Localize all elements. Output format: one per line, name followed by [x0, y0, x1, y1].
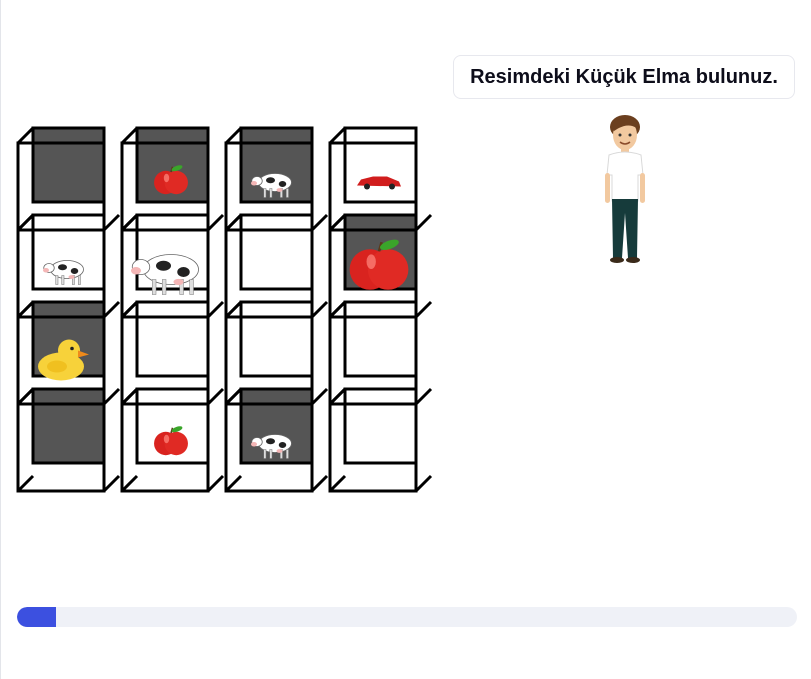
cube-grid	[16, 126, 433, 493]
progress-bar	[17, 607, 797, 627]
grid-cell-4-4[interactable]	[328, 387, 433, 493]
progress-fill	[17, 607, 56, 627]
instruction-box: Resimdeki Küçük Elma bulunuz.	[453, 55, 795, 99]
grid-cell-4-3[interactable]	[224, 387, 329, 493]
instruction-text: Resimdeki Küçük Elma bulunuz.	[470, 65, 778, 88]
grid-cell-4-1[interactable]	[16, 387, 121, 493]
avatar-icon	[605, 115, 645, 263]
grid-cell-4-2[interactable]	[120, 387, 225, 493]
